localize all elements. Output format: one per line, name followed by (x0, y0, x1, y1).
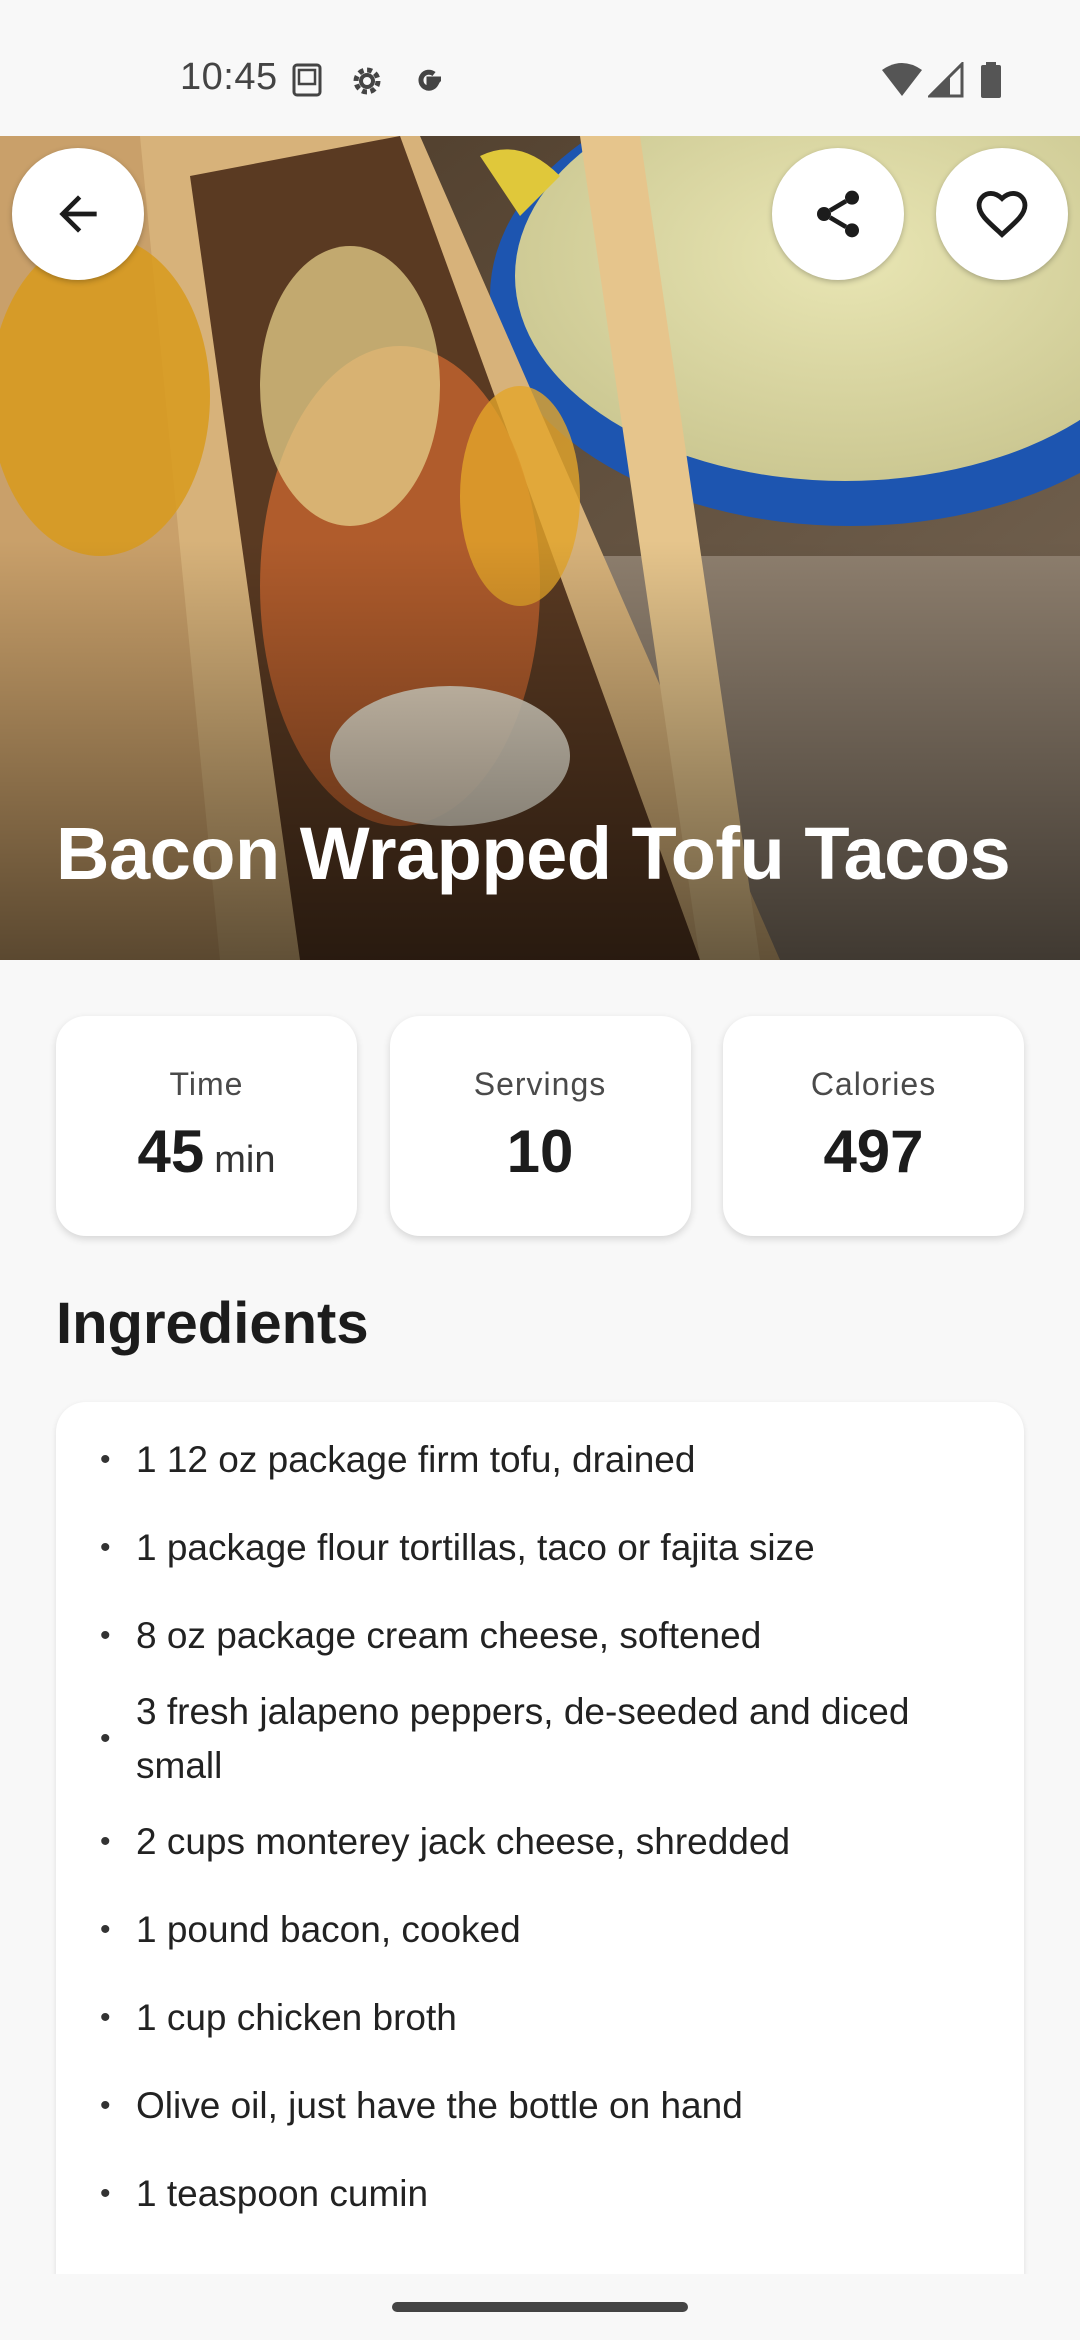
home-indicator[interactable] (392, 2302, 688, 2312)
time-label: Time (169, 1066, 244, 1102)
ingredient-text: 8 oz package cream cheese, softened (136, 1615, 762, 1656)
bullet: • (100, 1619, 111, 1652)
google-g-icon (410, 62, 448, 105)
servings-value: 10 (506, 1118, 574, 1185)
time-unit: min (214, 1139, 276, 1181)
bullet: • (100, 2001, 111, 2034)
ingredient-item: • Olive oil, just have the bottle on hand (100, 2062, 968, 2150)
servings-label: Servings (473, 1066, 607, 1102)
bullet: • (100, 2089, 111, 2122)
bullet: • (100, 1825, 111, 1858)
ingredient-text: 1 cup chicken broth (136, 1997, 457, 2038)
ingredient-text: 1 teaspoon cumin (136, 2173, 429, 2214)
hero-gradient-overlay (0, 540, 1080, 960)
sim-card-icon (290, 62, 326, 103)
ingredient-item: • 1 cup chicken broth (100, 1974, 968, 2062)
share-button[interactable] (772, 148, 904, 280)
ingredients-list: • 1 12 oz package firm tofu, drained • 1 p… (100, 1416, 968, 2238)
time-value-row: 45 min (138, 1117, 276, 1186)
time-value: 45 (137, 1118, 205, 1185)
heart-outline-icon (976, 191, 1028, 238)
time-stat-card: Time 45 min (56, 1016, 357, 1236)
back-button[interactable] (12, 148, 144, 280)
ingredient-text: 1 12 oz package firm tofu, drained (136, 1439, 696, 1480)
servings-stat-card: Servings 10 (389, 1016, 691, 1236)
bullet: • (100, 1722, 111, 1755)
calories-label: Calories (810, 1066, 937, 1102)
ingredient-item: • 1 pound bacon, cooked (100, 1886, 968, 1974)
recipe-title: Bacon Wrapped Tofu Tacos (56, 812, 1011, 895)
calories-stat-card: Calories 497 (723, 1016, 1024, 1236)
bullet: • (100, 1443, 111, 1476)
ingredient-item: • 1 12 oz package firm tofu, drained (100, 1416, 968, 1504)
settings-gear-icon (348, 62, 386, 105)
ingredient-item: • 1 package flour tortillas, taco or faji… (100, 1504, 968, 1592)
ingredients-heading: Ingredients (56, 1291, 369, 1356)
calories-value: 497 (823, 1118, 924, 1185)
battery-icon (980, 62, 1002, 103)
signal-icon (926, 60, 964, 103)
share-icon (817, 190, 859, 238)
bullet: • (100, 2177, 111, 2210)
ingredient-item: • 3 fresh jalapeno peppers, de-seeded and… (100, 1680, 968, 1798)
ingredient-text: 1 pound bacon, cooked (136, 1909, 521, 1950)
ingredients-card: • 1 12 oz package firm tofu, drained • 1 p… (56, 1402, 1024, 2282)
ingredient-text: 3 fresh jalapeno peppers, de-seeded and … (136, 1691, 910, 1786)
bullet: • (100, 1913, 111, 1946)
ingredient-text: 2 cups monterey jack cheese, shredded (136, 1821, 791, 1862)
hero-image: Bacon Wrapped Tofu Tacos (0, 136, 1080, 960)
favorite-button[interactable] (936, 148, 1068, 280)
status-bar: 10:45 (0, 0, 1080, 136)
status-time: 10:45 (180, 56, 278, 98)
bullet: • (100, 1531, 111, 1564)
ingredient-item: • 1 teaspoon cumin (100, 2150, 968, 2238)
ingredient-text: Olive oil, just have the bottle on hand (136, 2085, 743, 2126)
ingredient-text: 1 package flour tortillas, taco or fajit… (136, 1527, 815, 1568)
recipe-stats: Time 45 min Servings 10 Calories 497 (56, 1016, 1024, 1236)
wifi-icon (880, 62, 924, 103)
back-arrow-icon (59, 195, 97, 233)
gesture-nav-bar (0, 2274, 1080, 2340)
ingredient-item: • 8 oz package cream cheese, softened (100, 1592, 968, 1680)
ingredient-item: • 2 cups monterey jack cheese, shredded (100, 1798, 968, 1886)
